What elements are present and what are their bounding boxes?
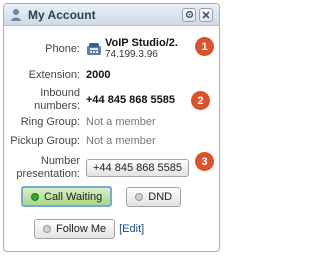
- inbound-label-line2: numbers:: [34, 100, 80, 112]
- call-waiting-status-icon: [31, 192, 39, 201]
- phone-device[interactable]: VoIP Studio/2. 74.199.3.96: [105, 37, 178, 61]
- status-toggles-row: Call Waiting DND: [4, 186, 219, 207]
- follow-me-edit-link[interactable]: [Edit]: [119, 223, 144, 235]
- phone-device-name: VoIP Studio/2.: [105, 37, 178, 49]
- ring-group-label: Ring Group:: [20, 116, 80, 128]
- close-icon[interactable]: [199, 7, 213, 22]
- inbound-numbers-value: +44 845 868 5585: [86, 93, 176, 106]
- my-account-panel: My Account Phone: VoIP Studio/2. 74.199.…: [3, 3, 220, 252]
- panel-header: My Account: [4, 4, 219, 26]
- callout-badge-3: 3: [195, 152, 214, 171]
- number-presentation-row: Number presentation: +44 845 868 5585: [4, 155, 219, 181]
- dnd-status-icon: [135, 192, 144, 201]
- gear-icon[interactable]: [182, 7, 196, 22]
- extension-value: 2000: [86, 69, 111, 81]
- follow-me-row: Follow Me [Edit]: [4, 219, 219, 239]
- panel-title: My Account: [28, 7, 96, 22]
- follow-me-button[interactable]: Follow Me: [34, 219, 116, 239]
- follow-me-status-icon: [43, 225, 51, 233]
- callout-badge-1: 1: [195, 37, 214, 56]
- dnd-button[interactable]: DND: [126, 186, 182, 207]
- ring-group-value: Not a member: [86, 116, 156, 128]
- phone-label: Phone:: [45, 42, 80, 55]
- inbound-numbers-row: Inbound numbers: +44 845 868 5585: [4, 87, 219, 113]
- presentation-label-line2: presentation:: [16, 168, 80, 180]
- inbound-label-line1: Inbound: [40, 87, 80, 99]
- pickup-group-label: Pickup Group:: [10, 135, 80, 147]
- extension-label: Extension:: [28, 69, 80, 81]
- phone-device-ip: 74.199.3.96: [105, 49, 158, 60]
- call-waiting-button[interactable]: Call Waiting: [21, 186, 113, 207]
- follow-me-label: Follow Me: [56, 223, 107, 235]
- number-presentation-label: Number presentation:: [4, 155, 86, 181]
- pickup-group-row: Pickup Group: Not a member: [4, 135, 219, 148]
- phone-row: Phone: VoIP Studio/2. 74.199.3.96: [4, 37, 219, 61]
- call-waiting-label: Call Waiting: [44, 190, 103, 203]
- inbound-numbers-label: Inbound numbers:: [4, 87, 86, 113]
- user-icon: [10, 8, 23, 22]
- dnd-label: DND: [148, 190, 173, 203]
- desk-phone-icon: [86, 42, 102, 56]
- ring-group-row: Ring Group: Not a member: [4, 116, 219, 129]
- number-presentation-button[interactable]: +44 845 868 5585: [86, 159, 190, 177]
- pickup-group-value: Not a member: [86, 135, 156, 147]
- callout-badge-2: 2: [191, 91, 210, 110]
- extension-row: Extension: 2000: [4, 69, 219, 82]
- presentation-label-line1: Number: [40, 155, 80, 167]
